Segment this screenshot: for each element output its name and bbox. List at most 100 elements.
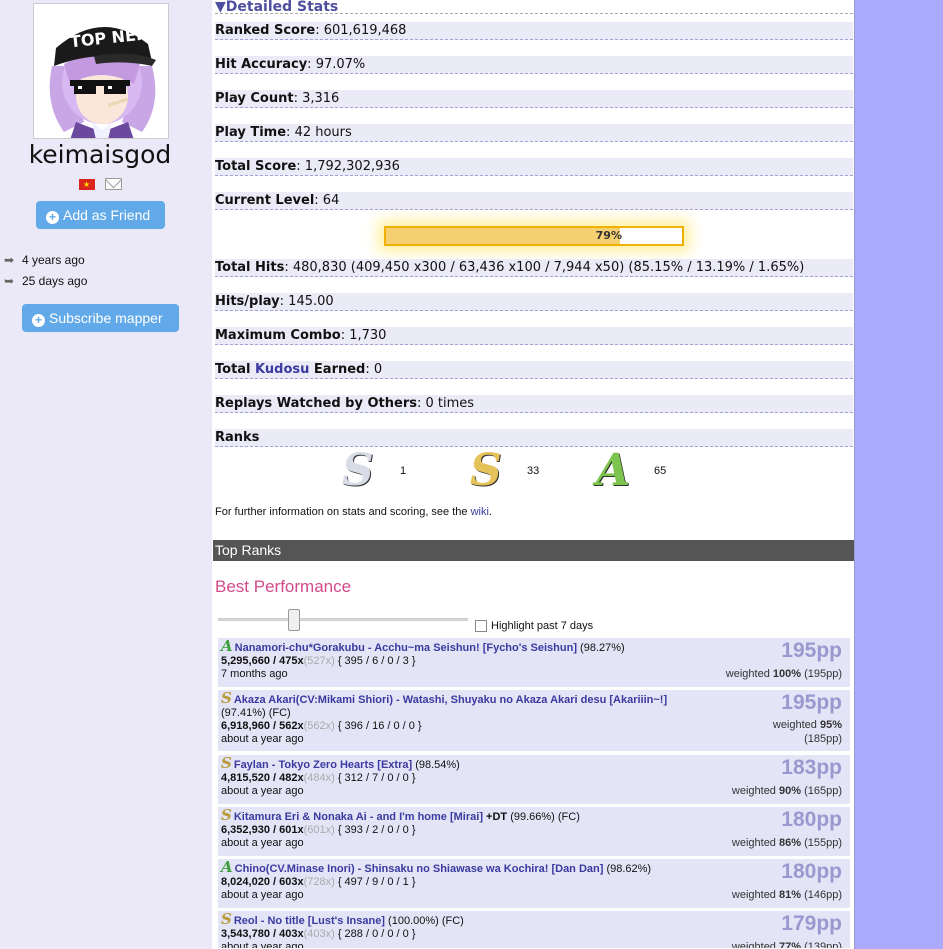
stat-label: Total Hits [215, 260, 285, 275]
play-max-combo: (562x) [303, 720, 335, 732]
stat-label: Ranked Score [215, 23, 316, 38]
beatmap-link[interactable]: Chino(CV.Minase Inori) - Shinsaku no Shi… [235, 863, 604, 875]
rank-ss-icon: S [342, 445, 374, 496]
play-weighted: weighted 95% [773, 719, 842, 732]
stat-replays-watched: Replays Watched by Others: 0 times [215, 395, 853, 413]
info-end: . [488, 506, 492, 518]
stat-ranks: Ranks [215, 429, 853, 447]
joined-text: 4 years ago [22, 253, 85, 267]
subscribe-mapper-button[interactable]: + Subscribe mapper [22, 304, 179, 332]
stat-value: 42 hours [294, 125, 352, 140]
highlight-checkbox[interactable] [475, 620, 487, 632]
rank-a-count: 65 [654, 465, 667, 477]
username: keimaisgod [28, 140, 172, 169]
play-score: 8,024,020 / 603x [221, 876, 304, 888]
play-weighted: weighted 77% (139pp) [732, 941, 842, 948]
highlight-label: Highlight past 7 days [491, 620, 594, 632]
right-background [855, 0, 943, 949]
play-pp: 183pp [781, 756, 842, 779]
detailed-stats-toggle[interactable]: ▼Detailed Stats [215, 0, 853, 14]
top-ranks-header[interactable]: Top Ranks [213, 540, 854, 561]
play-row: S Akaza Akari(CV:Mikami Shiori) - Watashi… [218, 690, 850, 752]
play-time: about a year ago [221, 733, 304, 745]
avatar[interactable]: TOP NEP [33, 3, 169, 139]
stat-value: 97.07% [315, 57, 366, 72]
play-pp: 195pp [781, 639, 842, 662]
weighted-pp: (165pp) [801, 785, 842, 797]
play-score: 4,815,520 / 482x [221, 772, 304, 784]
play-score: 6,918,960 / 562x [221, 720, 304, 732]
last-active-text: 25 days ago [22, 274, 88, 288]
weighted-percent: 100% [772, 668, 802, 680]
play-hits: { 393 / 2 / 0 / 0 } [334, 824, 416, 836]
rank-s-icon: S [470, 445, 502, 496]
beatmap-link[interactable]: Faylan - Tokyo Zero Hearts [Extra] [234, 759, 412, 771]
weighted-label: weighted [731, 889, 779, 901]
plus-icon: + [46, 211, 59, 224]
grade-s-icon: S [221, 754, 232, 772]
play-accuracy: (100.00%) (FC) [384, 915, 464, 927]
last-active-row: ➥ 25 days ago [4, 274, 87, 288]
profile-sidebar: TOP NEP keimaisgod + Add as Friend ➡ 4 ye… [0, 0, 212, 949]
play-weighted: weighted 100% (195pp) [726, 668, 842, 681]
info-text: For further information on stats and sco… [215, 506, 471, 518]
weighted-label: weighted [731, 785, 779, 797]
stat-label: Hit Accuracy [215, 57, 308, 72]
weighted-pp: (185pp) [804, 733, 842, 745]
play-pp: 180pp [781, 808, 842, 831]
play-accuracy: (98.62%) [603, 863, 652, 875]
beatmap-link[interactable]: Nanamori-chu*Gorakubu - Acchu~ma Seishun… [235, 642, 577, 654]
beatmap-link[interactable]: Kitamura Eri & Nonaka Ai - and I'm home … [234, 811, 483, 823]
stats-info: For further information on stats and sco… [215, 506, 492, 518]
rank-s-count: 33 [527, 465, 540, 477]
stat-label: Earned [309, 362, 366, 377]
joined-row: ➡ 4 years ago [4, 253, 85, 267]
mail-icon[interactable] [105, 178, 122, 190]
play-hits: { 497 / 9 / 0 / 1 } [334, 876, 416, 888]
country-flag-icon[interactable] [79, 178, 95, 190]
play-row: A Chino(CV.Minase Inori) - Shinsaku no Sh… [218, 859, 850, 909]
play-row: S Reol - No title [Lust's Insane] (100.00… [218, 911, 850, 949]
stat-total-hits: Total Hits: 480,830 (409,450 x300 / 63,4… [215, 259, 853, 277]
wiki-link[interactable]: wiki [471, 506, 489, 518]
stat-label: Ranks [215, 430, 260, 445]
play-weighted: weighted 86% (155pp) [732, 837, 842, 850]
stat-ranked-score: Ranked Score: 601,619,468 [215, 22, 853, 40]
grade-s-icon: S [221, 689, 232, 707]
weighted-pp: (195pp) [801, 668, 842, 680]
stat-label: Play Time [215, 125, 287, 140]
play-accuracy: (99.66%) (FC) [507, 811, 580, 823]
grade-s-icon: S [221, 806, 232, 824]
beatmap-link[interactable]: Akaza Akari(CV:Mikami Shiori) - Watashi,… [234, 694, 667, 706]
play-max-combo: (728x) [303, 876, 335, 888]
grade-s-icon: S [221, 911, 232, 928]
stat-label: Maximum Combo [215, 328, 341, 343]
slider-handle[interactable] [288, 609, 300, 631]
play-max-combo: (601x) [303, 824, 335, 836]
stat-value: 1,792,302,936 [304, 159, 400, 174]
play-weighted: weighted 90% (165pp) [732, 785, 842, 798]
weighted-percent: 95% [819, 719, 842, 731]
beatmap-link[interactable]: Reol - No title [Lust's Insane] [234, 915, 385, 927]
play-accuracy: (98.54%) [412, 759, 460, 771]
stat-label: Total Score [215, 159, 297, 174]
play-weighted: weighted 81% (146pp) [732, 889, 842, 902]
weighted-label: weighted [731, 837, 779, 849]
kudosu-link[interactable]: Kudosu [255, 362, 309, 377]
play-score: 3,543,780 / 403x [221, 928, 304, 940]
stat-hit-accuracy: Hit Accuracy: 97.07% [215, 56, 853, 74]
stat-kudosu: Total Kudosu Earned: 0 [215, 361, 853, 379]
stat-play-time: Play Time: 42 hours [215, 124, 853, 142]
play-row: S Kitamura Eri & Nonaka Ai - and I'm home… [218, 807, 850, 857]
stat-total-score: Total Score: 1,792,302,936 [215, 158, 853, 176]
add-friend-button[interactable]: + Add as Friend [36, 201, 165, 229]
weighted-label: weighted [725, 668, 773, 680]
stat-max-combo: Maximum Combo: 1,730 [215, 327, 853, 345]
best-performance-title: Best Performance [215, 577, 352, 596]
sign-in-icon: ➡ [4, 253, 15, 267]
stat-value: 64 [322, 193, 340, 208]
slider-track[interactable] [218, 618, 468, 621]
grade-a-icon: A [221, 637, 233, 655]
stat-value: 601,619,468 [323, 23, 407, 38]
profile-flags [79, 178, 122, 190]
